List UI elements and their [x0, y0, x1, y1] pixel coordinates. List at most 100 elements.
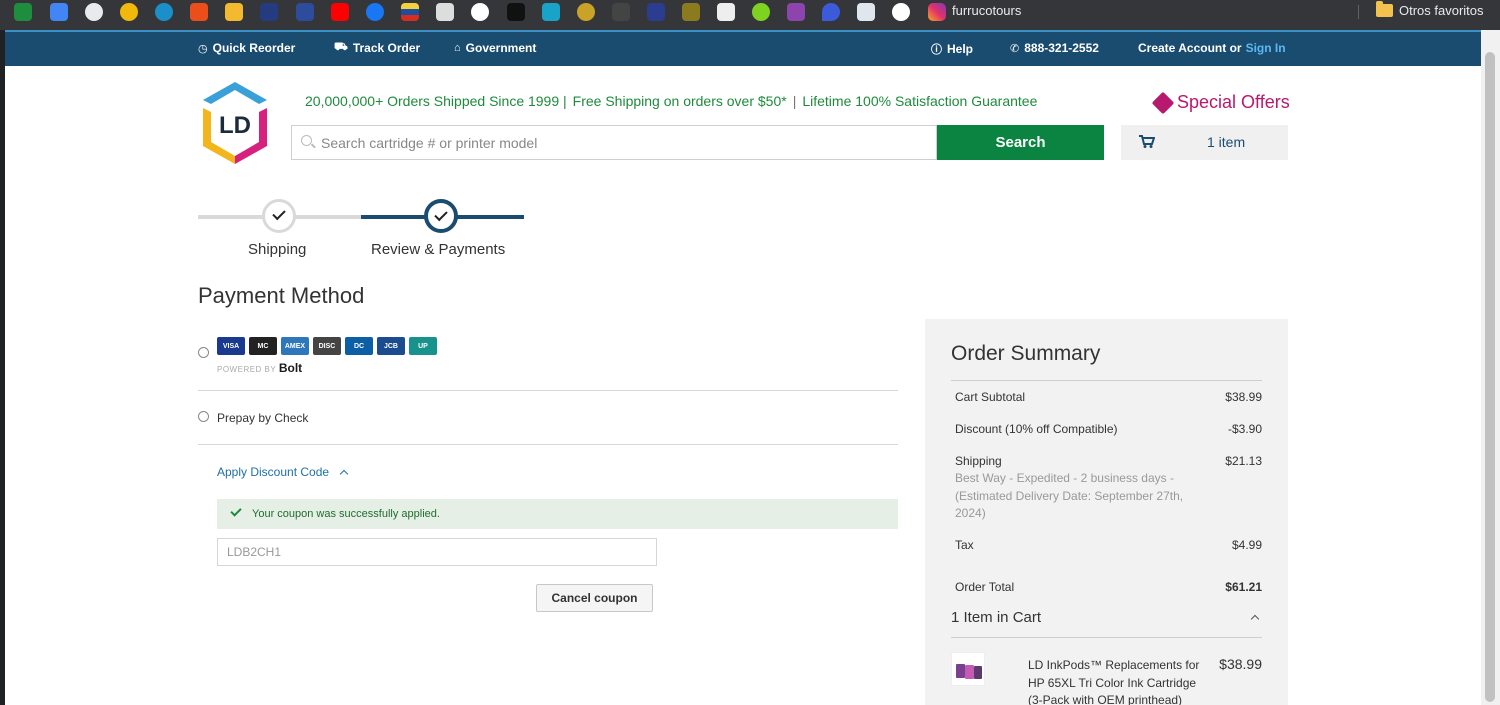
soccer-icon-2[interactable] — [892, 3, 910, 21]
mask-icon[interactable] — [787, 3, 805, 21]
help-icon: ⓘ — [931, 44, 942, 56]
card-logo-up-icon: UP — [409, 337, 437, 355]
card-logo-mc-icon: MC — [249, 337, 277, 355]
ld-logo[interactable]: LD — [197, 80, 273, 164]
scrollbar-thumb[interactable] — [1485, 52, 1495, 702]
z-icon[interactable] — [296, 3, 314, 21]
docs-icon[interactable] — [50, 3, 68, 21]
shipping-label: Shipping — [955, 454, 1002, 468]
order-summary-title: Order Summary — [951, 342, 1101, 365]
items-in-cart-toggle[interactable]: 1 Item in Cart — [951, 609, 1041, 626]
sign-in-link[interactable]: Sign In — [1246, 41, 1286, 55]
cart-subtotal-label: Cart Subtotal — [955, 390, 1026, 404]
phone-icon: ✆ — [1010, 42, 1020, 55]
crown-icon[interactable] — [577, 3, 595, 21]
s-icon[interactable] — [542, 3, 560, 21]
step-shipping-marker[interactable] — [262, 199, 296, 233]
circle-icon[interactable] — [155, 3, 173, 21]
folder-icon[interactable] — [1376, 1, 1393, 17]
shipping-detail: Best Way - Expedited - 2 business days -… — [955, 471, 1184, 520]
special-offers-link[interactable]: Special Offers — [1151, 91, 1290, 114]
card-logo-dc-icon: DC — [345, 337, 373, 355]
card-logo-amex-icon: AMEX — [281, 337, 309, 355]
order-summary: Order Summary Cart Subtotal $38.99 Disco… — [925, 319, 1288, 705]
step-review-marker — [424, 199, 458, 233]
tree-icon[interactable] — [612, 3, 630, 21]
phone-link[interactable]: ✆ 888-321-2552 — [1010, 41, 1099, 55]
flag-icon[interactable] — [401, 3, 419, 21]
other-bookmarks-label[interactable]: Otros favoritos — [1399, 3, 1484, 19]
order-total-label: Order Total — [955, 580, 1015, 594]
tagline-shipping: Free Shipping on orders over $50* — [572, 93, 787, 109]
tagline-guarantee: Lifetime 100% Satisfaction Guarantee — [802, 93, 1038, 109]
top-nav: ◷ Quick Reorder ⛟ Track Order ⌂ Governme… — [5, 30, 1481, 66]
apply-discount-toggle[interactable]: Apply Discount Code — [217, 465, 349, 479]
paypal-icon[interactable] — [260, 3, 278, 21]
truck-icon: ⛟ — [334, 41, 348, 53]
product-thumbnail — [951, 652, 985, 686]
government-link[interactable]: ⌂ Government — [454, 41, 536, 55]
coin-icon[interactable] — [120, 3, 138, 21]
clock-icon: ◷ — [198, 42, 208, 55]
tax-label: Tax — [955, 538, 974, 552]
facebook-icon[interactable] — [366, 3, 384, 21]
prepay-check-label[interactable]: Prepay by Check — [217, 411, 308, 425]
cancel-coupon-button[interactable]: Cancel coupon — [536, 584, 653, 612]
bookmark-separator — [1358, 5, 1359, 19]
order-total-value: $61.21 — [1225, 580, 1262, 594]
soccer-icon[interactable] — [471, 3, 489, 21]
cart-subtotal-value: $38.99 — [1225, 390, 1262, 404]
os-icon[interactable] — [717, 3, 735, 21]
play-icon[interactable] — [436, 3, 454, 21]
g-icon[interactable] — [682, 3, 700, 21]
tagline-orders: 20,000,000+ Orders Shipped Since 1999 | — [305, 93, 567, 109]
bird-icon[interactable] — [857, 3, 875, 21]
create-account-link[interactable]: Create Account or — [1138, 41, 1242, 55]
p-icon[interactable] — [507, 3, 525, 21]
account-links: Create Account or Sign In — [1138, 41, 1286, 55]
step-shipping-label[interactable]: Shipping — [248, 241, 306, 258]
v-icon[interactable] — [190, 3, 208, 21]
search-box — [291, 125, 937, 160]
instagram-bookmark-label[interactable]: furrucotours — [952, 3, 1021, 19]
discount-value: -$3.90 — [1227, 422, 1262, 436]
search-button[interactable]: Search — [937, 125, 1104, 160]
coupon-code-field[interactable] — [217, 538, 657, 566]
check-icon — [230, 505, 242, 517]
site-page: ◷ Quick Reorder ⛟ Track Order ⌂ Governme… — [5, 30, 1481, 705]
chevron-up-icon[interactable] — [1250, 614, 1260, 624]
tag-icon — [1151, 91, 1175, 114]
coupon-success-message: Your coupon was successfully applied. — [217, 499, 898, 529]
globe-icon[interactable] — [85, 3, 103, 21]
instagram-icon[interactable] — [928, 3, 946, 21]
card-logo-disc-icon: DISC — [313, 337, 341, 355]
prepay-check-radio[interactable] — [198, 411, 209, 422]
card-payment-radio[interactable] — [198, 347, 209, 358]
check-icon — [272, 206, 286, 221]
payment-method-title: Payment Method — [198, 283, 365, 308]
shipping-value: $21.13 — [1225, 454, 1262, 468]
track-order-link[interactable]: ⛟ Track Order — [334, 41, 420, 55]
bookmarks-bar: furrucotours Otros favoritos — [0, 0, 1500, 30]
drop-icon[interactable] — [822, 3, 840, 21]
green-icon[interactable] — [752, 3, 770, 21]
quick-reorder-link[interactable]: ◷ Quick Reorder — [198, 41, 295, 55]
drive-icon[interactable] — [14, 3, 32, 21]
cart-button[interactable]: 1 item — [1121, 125, 1288, 160]
building-icon: ⌂ — [454, 42, 461, 54]
bolt-logo: Bolt — [278, 361, 303, 375]
card-logos: VISA MC AMEX DISC DC JCB UP — [217, 337, 437, 355]
youtube-icon[interactable] — [331, 3, 349, 21]
card-logo-visa-icon: VISA — [217, 337, 245, 355]
check-icon — [434, 207, 448, 222]
search-icon — [301, 135, 312, 146]
shield-icon[interactable] — [647, 3, 665, 21]
card-logo-jcb-icon: JCB — [377, 337, 405, 355]
search-input[interactable] — [321, 126, 921, 159]
tax-value: $4.99 — [1231, 538, 1262, 552]
tagline-separator: | — [792, 93, 797, 109]
binance-icon[interactable] — [225, 3, 243, 21]
cart-count: 1 item — [1207, 134, 1246, 150]
help-link[interactable]: ⓘ Help — [931, 41, 973, 57]
payment-divider — [198, 390, 898, 391]
